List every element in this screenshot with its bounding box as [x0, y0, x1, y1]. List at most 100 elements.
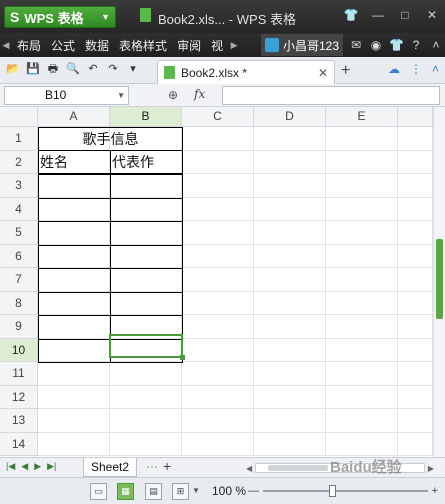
grid-cell[interactable] [398, 315, 433, 339]
grid-cell[interactable] [398, 174, 433, 198]
scroll-left-icon[interactable]: ◀ [246, 464, 252, 473]
grid-cell[interactable] [398, 221, 433, 245]
grid-cell[interactable] [326, 174, 398, 198]
bordered-cell[interactable] [38, 174, 111, 199]
grid-cell[interactable] [182, 362, 254, 386]
sheet-tab-active[interactable]: Sheet2 [83, 458, 137, 477]
menu-item-table-style[interactable]: 表格样式 [114, 37, 172, 54]
grid-view-icon[interactable]: ▦ [117, 483, 134, 500]
grid-cell[interactable] [38, 385, 110, 409]
redo-icon[interactable]: ↷ [106, 62, 120, 76]
grid-cell[interactable] [326, 268, 398, 292]
formula-input[interactable] [222, 86, 440, 105]
page-break-view-icon[interactable]: ▤ [145, 483, 162, 500]
bordered-cell[interactable] [38, 291, 111, 316]
add-sheet-icon[interactable]: + [163, 458, 171, 474]
grid-cell[interactable] [254, 409, 326, 433]
grid-cell[interactable] [254, 174, 326, 198]
cloud-icon[interactable]: ☁ [388, 62, 400, 76]
zoom-in-icon[interactable]: + [432, 485, 438, 497]
header-cell-name[interactable]: 姓名 [38, 150, 111, 174]
grid-cell[interactable] [182, 174, 254, 198]
row-header[interactable]: 5 [0, 221, 38, 245]
grid-cell[interactable] [398, 362, 433, 386]
grid-cell[interactable] [326, 150, 398, 174]
name-box[interactable]: B10 ▼ [4, 86, 129, 105]
row-header[interactable]: 3 [0, 174, 38, 198]
bordered-cell[interactable] [38, 221, 111, 246]
grid-cell[interactable] [182, 221, 254, 245]
row-header[interactable]: 14 [0, 432, 38, 456]
menu-item-formula[interactable]: 公式 [46, 37, 80, 54]
grid-cell[interactable] [398, 432, 433, 456]
grid-cell[interactable] [254, 362, 326, 386]
grid-cell[interactable] [254, 315, 326, 339]
zoom-slider-knob[interactable] [329, 485, 336, 497]
vertical-scrollbar[interactable] [433, 107, 445, 457]
active-cell-B10[interactable] [109, 334, 185, 360]
column-header[interactable]: E [326, 107, 398, 127]
close-tab-icon[interactable]: ✕ [318, 66, 328, 80]
collapse-icon[interactable]: ˄ [429, 38, 443, 52]
grid-cell[interactable] [254, 221, 326, 245]
grid-cell[interactable] [182, 315, 254, 339]
bordered-cell[interactable] [38, 268, 111, 293]
grid-cell[interactable] [398, 409, 433, 433]
grid-cell[interactable] [254, 150, 326, 174]
maximize-button[interactable]: □ [396, 6, 414, 24]
row-header[interactable]: 11 [0, 362, 38, 386]
help-icon[interactable]: ? [409, 38, 423, 52]
bordered-cell[interactable] [38, 315, 111, 340]
select-all-corner[interactable] [0, 107, 38, 127]
header-cell-work[interactable]: 代表作 [110, 150, 183, 174]
print-preview-icon[interactable]: 🔍 [66, 62, 80, 76]
column-header[interactable]: A [38, 107, 110, 127]
shirt-icon[interactable]: 👕 [389, 38, 404, 52]
bordered-cell[interactable] [38, 244, 111, 269]
user-account[interactable]: 小昌哥123 [260, 34, 343, 56]
grid-cell[interactable] [398, 150, 433, 174]
row-header[interactable]: 13 [0, 409, 38, 433]
grid-cell[interactable] [182, 127, 254, 151]
grid-cell[interactable] [326, 315, 398, 339]
grid-cell[interactable] [398, 385, 433, 409]
bordered-cell[interactable] [110, 221, 183, 246]
row-header[interactable]: 8 [0, 291, 38, 315]
new-tab-icon[interactable]: + [341, 62, 350, 80]
grid-cell[interactable] [254, 385, 326, 409]
grid-cell[interactable] [182, 268, 254, 292]
grid-cell[interactable] [254, 338, 326, 362]
next-sheet-icon[interactable]: ▶ [34, 461, 41, 472]
undo-icon[interactable]: ↶ [86, 62, 100, 76]
grid-cell[interactable] [326, 432, 398, 456]
view-dropdown-icon[interactable]: ▼ [192, 486, 200, 495]
grid-cell[interactable] [398, 291, 433, 315]
close-button[interactable]: ✕ [423, 6, 441, 24]
prev-sheet-icon[interactable]: ◀ [21, 461, 28, 472]
grid-cell[interactable] [182, 338, 254, 362]
grid-cell[interactable] [110, 362, 182, 386]
skin-icon[interactable]: 👕 [342, 6, 360, 24]
grid-cell[interactable] [326, 362, 398, 386]
save-icon[interactable]: 💾 [26, 62, 40, 76]
grid-cell[interactable] [182, 150, 254, 174]
bordered-cell[interactable] [110, 174, 183, 199]
grid-cell[interactable] [326, 291, 398, 315]
grid-cell[interactable] [326, 385, 398, 409]
column-header[interactable] [398, 107, 433, 127]
settings-dropdown-icon[interactable]: ⋮ [410, 62, 422, 76]
row-header[interactable]: 12 [0, 385, 38, 409]
grid-cell[interactable] [398, 127, 433, 151]
row-header[interactable]: 2 [0, 150, 38, 174]
bordered-cell[interactable] [110, 244, 183, 269]
menu-scroll-left-icon[interactable]: ◀ [0, 40, 12, 51]
zoom-level[interactable]: 100 % [212, 484, 246, 498]
menu-item-review[interactable]: 审阅 [172, 37, 206, 54]
horizontal-scrollbar[interactable]: ◀ ▶ [246, 462, 434, 474]
mail-icon[interactable]: ✉ [349, 38, 363, 52]
zoom-slider[interactable]: — + [248, 484, 438, 498]
open-folder-icon[interactable]: 📂 [6, 62, 20, 76]
grid-cell[interactable] [326, 197, 398, 221]
grid-cell[interactable] [326, 221, 398, 245]
wps-menu-button[interactable]: S WPS 表格 ▼ [4, 6, 116, 28]
